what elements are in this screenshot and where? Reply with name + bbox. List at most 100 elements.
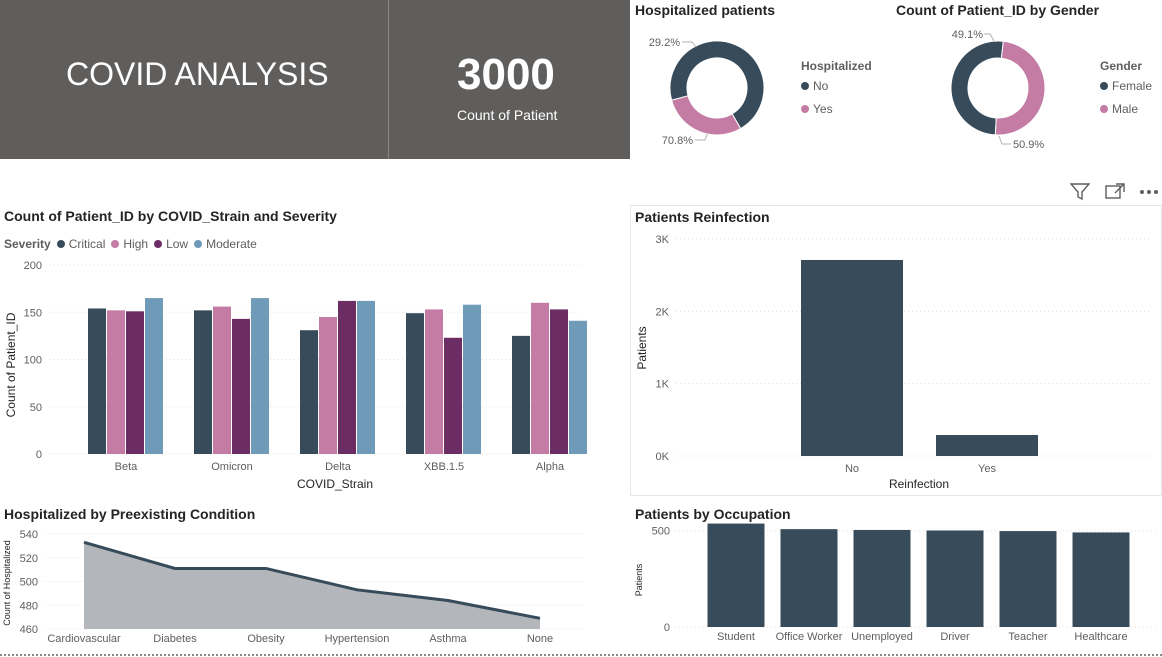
dashboard-title: COVID ANALYSIS xyxy=(66,56,329,92)
hospitalized-legend-title: Hospitalized xyxy=(801,59,872,73)
gender-donut-title: Count of Patient_ID by Gender xyxy=(896,2,1100,18)
x-tick-label: Teacher xyxy=(1008,631,1047,643)
legend-label: Female xyxy=(1112,79,1153,93)
bar-omicron-low[interactable] xyxy=(232,318,250,454)
reinfection-visual[interactable]: Patients Reinfection 0K 1K 2K 3K No Yes Reinfe… xyxy=(630,205,1162,496)
x-tick-label: Cardiovascular xyxy=(47,633,121,645)
bar-xbb.1.5-low[interactable] xyxy=(444,337,462,454)
hospitalized-donut-title: Hospitalized patients xyxy=(635,2,776,18)
bar-xbb.1.5-moderate[interactable] xyxy=(463,304,481,454)
bar-occupation-driver[interactable] xyxy=(926,530,984,627)
legend-dot-moderate xyxy=(194,240,203,248)
bar-alpha-critical[interactable] xyxy=(512,335,530,454)
legend-label-low[interactable]: Low xyxy=(166,237,188,251)
y-tick-label: 540 xyxy=(20,529,38,541)
y-axis-title: Patients xyxy=(635,326,649,369)
gender-donut-chart[interactable]: 50.9% 49.1% xyxy=(890,20,1090,155)
legend-item-female[interactable]: Female xyxy=(1100,79,1152,93)
bar-occupation-healthcare[interactable] xyxy=(1072,532,1130,627)
bar-reinfection-yes[interactable] xyxy=(936,435,1038,456)
donut-slice-male[interactable] xyxy=(994,40,1046,136)
bar-alpha-moderate[interactable] xyxy=(569,320,587,454)
y-axis-title: Count of Hospitalized xyxy=(2,540,12,626)
title-banner: COVID ANALYSIS xyxy=(0,0,388,159)
gender-legend-title: Gender xyxy=(1100,59,1143,73)
bar-delta-moderate[interactable] xyxy=(357,300,375,454)
gender-donut-visual[interactable]: Count of Patient_ID by Gender 50.9% 49.1%… xyxy=(890,0,1162,159)
legend-item-no[interactable]: No xyxy=(801,79,828,93)
occupation-chart-title: Patients by Occupation xyxy=(635,506,791,522)
bar-omicron-critical[interactable] xyxy=(194,310,212,454)
legend-dot xyxy=(801,82,809,90)
donut-leader-line xyxy=(998,135,1011,145)
bar-beta-moderate[interactable] xyxy=(145,298,163,454)
x-tick-label: Unemployed xyxy=(851,631,913,643)
donut-slice-yes[interactable] xyxy=(671,95,742,136)
bar-occupation-unemployed[interactable] xyxy=(853,529,911,627)
y-tick-label: 500 xyxy=(652,526,670,538)
bar-beta-high[interactable] xyxy=(107,310,125,454)
strain-chart-title: Count of Patient_ID by COVID_Strain and … xyxy=(4,208,337,224)
donut-slice-female[interactable] xyxy=(950,40,1004,136)
legend-item-yes[interactable]: Yes xyxy=(801,102,833,116)
page-bottom-border xyxy=(0,654,1162,656)
x-tick-label: Hypertension xyxy=(325,633,390,645)
y-tick-label: 100 xyxy=(24,355,42,367)
x-tick-label: Office Worker xyxy=(776,631,843,643)
legend-dot-low xyxy=(154,240,163,248)
legend-label: No xyxy=(813,79,829,93)
bar-xbb.1.5-high[interactable] xyxy=(425,309,443,454)
bar-beta-low[interactable] xyxy=(126,311,144,454)
legend-label-high[interactable]: High xyxy=(123,237,148,251)
x-tick-label: Asthma xyxy=(429,633,467,645)
occupation-bar-chart[interactable]: 0 500 Student Office Worker Unemployed Driver… xyxy=(630,523,1160,653)
bar-reinfection-no[interactable] xyxy=(801,259,903,456)
severity-legend: Severity Critical High Low Moderate xyxy=(4,237,257,251)
y-tick-label: 200 xyxy=(24,260,42,272)
x-tick-label: Yes xyxy=(978,463,996,475)
strain-severity-visual[interactable]: Count of Patient_ID by COVID_Strain and … xyxy=(0,205,590,495)
strain-bar-chart[interactable]: 0 50 100 150 200 Beta Omicron Delta XBB.1.5 Alpha… xyxy=(0,255,590,495)
legend-dot xyxy=(1100,105,1108,113)
y-tick-label: 2K xyxy=(656,306,670,318)
bar-alpha-low[interactable] xyxy=(550,309,568,454)
filter-icon[interactable] xyxy=(1069,181,1091,203)
legend-item-male[interactable]: Male xyxy=(1100,102,1138,116)
bar-occupation-student[interactable] xyxy=(707,523,765,627)
hospitalized-donut-visual[interactable]: Hospitalized patients 70.8% 29.2% Hospita… xyxy=(630,0,890,159)
y-tick-label: 3K xyxy=(656,234,670,246)
reinfection-bar-chart[interactable]: 0K 1K 2K 3K No Yes Reinfection Patients xyxy=(631,228,1161,493)
x-tick-label: Beta xyxy=(115,461,139,473)
bar-xbb.1.5-critical[interactable] xyxy=(406,313,424,454)
donut-data-label: 70.8% xyxy=(662,135,693,147)
x-tick-label: Diabetes xyxy=(153,633,197,645)
y-axis-title: Count of Patient_ID xyxy=(4,312,18,417)
x-tick-label: Student xyxy=(717,631,755,643)
bar-omicron-moderate[interactable] xyxy=(251,298,269,454)
kpi-value: 3000 xyxy=(457,50,555,99)
y-tick-label: 500 xyxy=(20,577,38,589)
kpi-card[interactable]: 3000 Count of Patient xyxy=(389,0,630,159)
occupation-visual[interactable]: Patients by Occupation 0 500 Student Office… xyxy=(630,503,1160,653)
area-fill xyxy=(84,542,540,629)
bar-occupation-teacher[interactable] xyxy=(999,531,1057,627)
legend-label-critical[interactable]: Critical xyxy=(69,237,106,251)
bar-occupation-office-worker[interactable] xyxy=(780,529,838,627)
preexisting-area-chart[interactable]: 460 480 500 520 540 Cardiovascular Diabetes Obe… xyxy=(0,523,590,653)
legend-label-moderate[interactable]: Moderate xyxy=(206,237,257,251)
bar-alpha-high[interactable] xyxy=(531,302,549,454)
focus-mode-icon[interactable] xyxy=(1104,181,1126,203)
y-tick-label: 460 xyxy=(20,624,38,636)
bar-omicron-high[interactable] xyxy=(213,306,231,454)
y-axis-title: Patients xyxy=(634,563,644,596)
bar-delta-low[interactable] xyxy=(338,300,356,454)
preexisting-visual[interactable]: Hospitalized by Preexisting Condition 46… xyxy=(0,503,590,653)
severity-legend-title: Severity xyxy=(4,237,51,251)
bar-delta-high[interactable] xyxy=(319,316,337,454)
legend-dot xyxy=(801,105,809,113)
donut-data-label: 50.9% xyxy=(1013,139,1044,151)
more-options-icon[interactable] xyxy=(1138,181,1160,203)
hospitalized-donut-chart[interactable]: 70.8% 29.2% xyxy=(630,20,800,155)
bar-beta-critical[interactable] xyxy=(88,308,106,454)
bar-delta-critical[interactable] xyxy=(300,330,318,454)
